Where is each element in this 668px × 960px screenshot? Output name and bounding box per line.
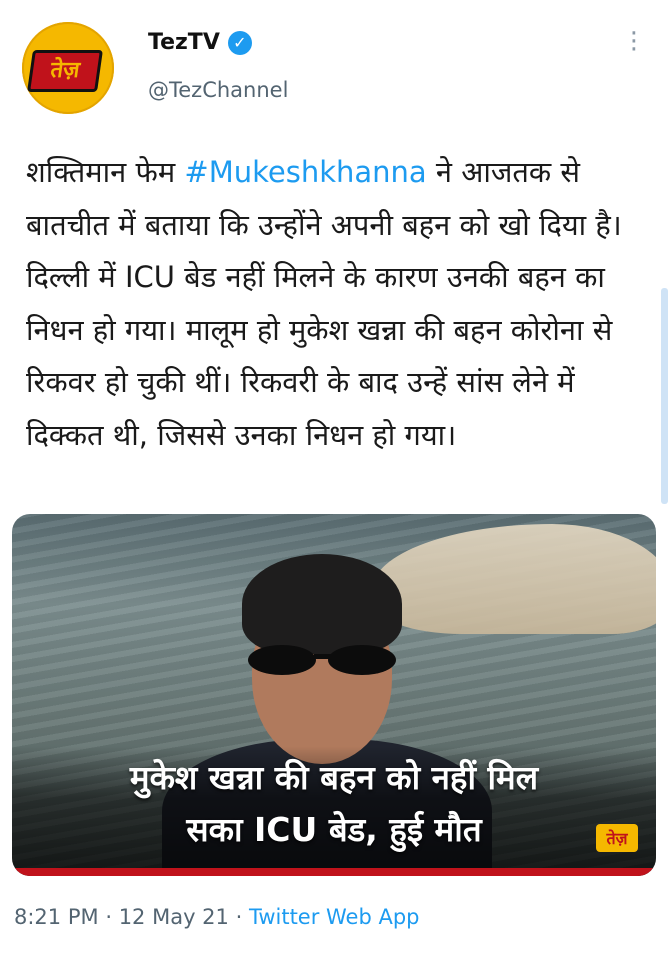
name-row: TezTV ✓ (148, 30, 252, 55)
media-caption: मुकेश खन्ना की बहन को नहीं मिल सका ICU ब… (12, 752, 656, 856)
tweet-text: शक्तिमान फेम #Mukeshkhanna ने आजतक से बा… (26, 146, 638, 461)
hashtag-link[interactable]: #Mukeshkhanna (184, 155, 426, 189)
tweet-header: तेज़ TezTV ✓ @TezChannel · · · (0, 0, 668, 130)
tweet-text-before: शक्तिमान फेम (26, 155, 185, 189)
person-hair (242, 554, 402, 654)
source-app-link[interactable]: Twitter Web App (249, 905, 420, 929)
sunglasses-icon (248, 645, 396, 675)
display-name[interactable]: TezTV (148, 30, 220, 55)
caption-line-2: सका ICU बेड, हुई मौत (186, 810, 482, 849)
verified-icon: ✓ (227, 30, 252, 55)
footer-separator: · (105, 905, 112, 929)
tweet-time[interactable]: 8:21 PM (14, 905, 99, 929)
more-options-icon[interactable]: · · · (630, 21, 638, 63)
tweet-footer: 8:21 PM · 12 May 21 · Twitter Web App (14, 905, 420, 929)
footer-separator: · (235, 905, 243, 929)
media-red-strip (12, 868, 656, 876)
tweet-media-image[interactable]: मुकेश खन्ना की बहन को नहीं मिल सका ICU ब… (12, 514, 656, 876)
media-logo: तेज़ (596, 824, 638, 852)
avatar[interactable]: तेज़ (22, 22, 114, 114)
account-handle[interactable]: @TezChannel (148, 78, 288, 102)
tweet-date[interactable]: 12 May 21 (119, 905, 229, 929)
scrollbar-thumb[interactable] (661, 288, 668, 504)
tweet-text-after: ने आजतक से बातचीत में बताया कि उन्होंने … (26, 155, 622, 452)
logo-text: तेज़ (27, 50, 103, 92)
caption-line-1: मुकेश खन्ना की बहन को नहीं मिल (129, 758, 539, 797)
